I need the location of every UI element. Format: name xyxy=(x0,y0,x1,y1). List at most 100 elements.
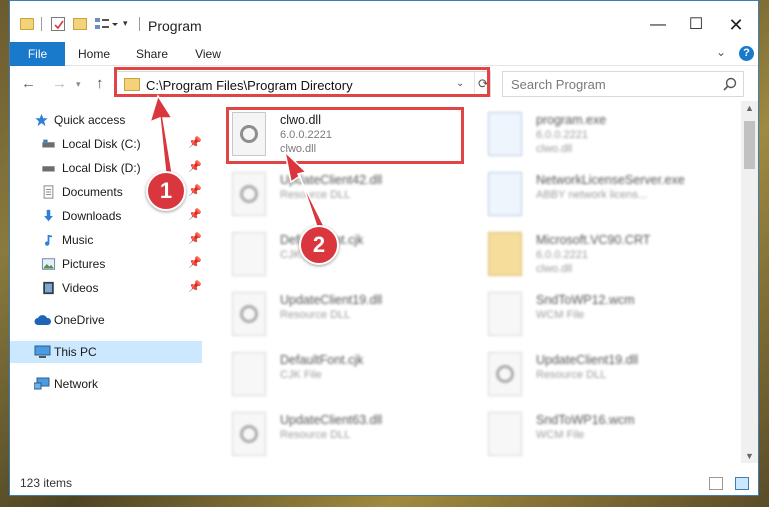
sidebar-item-label: Music xyxy=(62,233,94,247)
new-folder-icon[interactable] xyxy=(73,18,87,30)
file-type: Resource DLL xyxy=(536,369,607,381)
window-title: Program xyxy=(148,18,202,34)
search-input[interactable] xyxy=(511,77,711,92)
file-item[interactable]: NetworkLicenseServer.exe ABBY network li… xyxy=(466,167,716,221)
file-highlight-box xyxy=(226,107,464,164)
sidebar-item-pictures[interactable]: Pictures 📌 xyxy=(10,253,202,275)
file-type: Resource DLL xyxy=(280,429,351,441)
dll-file-icon xyxy=(232,172,266,216)
file-description: clwo.dll xyxy=(536,263,573,275)
pictures-icon xyxy=(41,258,56,270)
file-version: 6.0.0.2221 xyxy=(536,249,588,261)
scroll-up-icon[interactable]: ▲ xyxy=(745,103,754,113)
large-icons-view-icon[interactable] xyxy=(735,477,749,490)
file-icon xyxy=(488,292,522,336)
maximize-button[interactable]: ☐ xyxy=(676,11,716,39)
sidebar-item-label: Pictures xyxy=(62,257,106,271)
tab-file[interactable]: File xyxy=(10,42,65,66)
tab-view[interactable]: View xyxy=(186,42,230,66)
file-item[interactable]: UpdateClient42.dll Resource DLL xyxy=(210,167,460,221)
up-arrow-icon[interactable]: ↑ xyxy=(96,75,104,92)
customize-toolbar-icon[interactable]: ▾ xyxy=(123,18,133,30)
sidebar-item-network[interactable]: Network xyxy=(10,373,202,395)
back-arrow-icon[interactable]: ← xyxy=(21,75,36,92)
details-view-icon[interactable] xyxy=(709,477,723,490)
file-name: NetworkLicenseServer.exe xyxy=(536,173,685,187)
pin-icon[interactable]: 📌 xyxy=(188,232,202,245)
file-type: CJK File xyxy=(280,369,322,381)
file-item-program-exe[interactable]: program.exe 6.0.0.2221 clwo.dll xyxy=(466,107,716,161)
sidebar-item-label: OneDrive xyxy=(54,313,105,327)
file-item[interactable]: UpdateClient19.dll Resource DLL xyxy=(210,287,460,341)
network-icon xyxy=(34,377,50,390)
recent-locations-icon[interactable]: ▾ xyxy=(76,79,81,90)
dll-file-icon xyxy=(232,412,266,456)
vertical-scrollbar[interactable]: ▲ ▼ xyxy=(741,101,758,463)
scroll-down-icon[interactable]: ▼ xyxy=(745,451,754,461)
file-item[interactable]: UpdateClient63.dll Resource DLL xyxy=(210,407,460,461)
pin-icon[interactable]: 📌 xyxy=(188,184,202,197)
status-bar: 123 items xyxy=(10,473,758,495)
sidebar-item-videos[interactable]: Videos 📌 xyxy=(10,277,202,299)
dll-file-icon xyxy=(488,352,522,396)
pin-icon[interactable]: 📌 xyxy=(188,280,202,293)
step-badge-2: 2 xyxy=(299,225,339,265)
folder-icon[interactable] xyxy=(20,18,34,30)
file-description: ABBY network licens... xyxy=(536,189,648,201)
ribbon-tabs: File Home Share View ⌄ ? xyxy=(10,42,758,66)
cloud-icon xyxy=(34,315,52,325)
sidebar-item-label: Local Disk (D:) xyxy=(62,161,141,175)
file-type: Resource DLL xyxy=(280,189,351,201)
file-item[interactable]: UpdateClient19.dll Resource DLL xyxy=(466,347,716,401)
tab-share[interactable]: Share xyxy=(130,42,174,66)
toolbar-separator xyxy=(139,17,140,31)
sidebar-item-label: Videos xyxy=(62,281,99,295)
search-box[interactable] xyxy=(502,71,744,97)
navigation-pane: Quick access Local Disk (C:) 📌 Local Dis… xyxy=(10,101,206,463)
sidebar-item-quick-access[interactable]: Quick access xyxy=(10,109,202,131)
pin-icon[interactable]: 📌 xyxy=(188,256,202,269)
file-item[interactable]: SndToWP16.wcm WCM File xyxy=(466,407,716,461)
title-bar: ▾ Program — ☐ ✕ xyxy=(10,1,758,41)
pin-icon[interactable]: 📌 xyxy=(188,136,202,149)
gear-icon xyxy=(240,305,258,323)
documents-icon xyxy=(43,185,54,199)
sidebar-item-label: Local Disk (C:) xyxy=(62,137,141,151)
file-name: DefaultFont.cjk xyxy=(280,353,364,367)
sidebar-item-label: This PC xyxy=(54,345,97,359)
tab-home[interactable]: Home xyxy=(72,42,116,66)
close-button[interactable]: ✕ xyxy=(716,11,756,39)
search-icon[interactable] xyxy=(723,77,737,91)
file-name: SndToWP12.wcm xyxy=(536,293,635,307)
file-type: WCM File xyxy=(536,429,585,441)
forward-arrow-icon[interactable]: → xyxy=(52,75,67,92)
scroll-thumb[interactable] xyxy=(744,121,755,169)
file-item[interactable]: DefaultFont.cjk CJK File xyxy=(210,347,460,401)
gear-icon xyxy=(240,185,258,203)
minimize-button[interactable]: — xyxy=(638,11,678,39)
sidebar-item-local-disk-c[interactable]: Local Disk (C:) 📌 xyxy=(10,133,202,155)
expand-ribbon-icon[interactable]: ⌄ xyxy=(716,45,726,59)
properties-check-icon[interactable] xyxy=(51,17,65,31)
computer-icon xyxy=(34,345,51,358)
dll-file-icon xyxy=(232,292,266,336)
item-count: 123 items xyxy=(20,476,73,490)
drive-icon xyxy=(42,139,55,148)
file-type: Resource DLL xyxy=(280,309,351,321)
file-item[interactable]: SndToWP12.wcm WCM File xyxy=(466,287,716,341)
view-options-icon[interactable] xyxy=(95,17,118,31)
exe-file-icon xyxy=(488,112,522,156)
file-item[interactable]: Microsoft.VC90.CRT 6.0.0.2221 clwo.dll xyxy=(466,227,716,281)
sidebar-item-this-pc[interactable]: This PC xyxy=(10,341,202,363)
sidebar-item-label: Quick access xyxy=(54,113,126,127)
sidebar-item-music[interactable]: Music 📌 xyxy=(10,229,202,251)
sidebar-item-onedrive[interactable]: OneDrive xyxy=(10,309,202,331)
pin-icon[interactable]: 📌 xyxy=(188,160,202,173)
address-highlight-box xyxy=(114,67,490,97)
toolbar-separator xyxy=(41,17,42,31)
pin-icon[interactable]: 📌 xyxy=(188,208,202,221)
drive-icon xyxy=(42,166,55,172)
file-icon xyxy=(488,412,522,456)
help-icon[interactable]: ? xyxy=(739,46,754,61)
file-name: UpdateClient19.dll xyxy=(280,293,383,307)
